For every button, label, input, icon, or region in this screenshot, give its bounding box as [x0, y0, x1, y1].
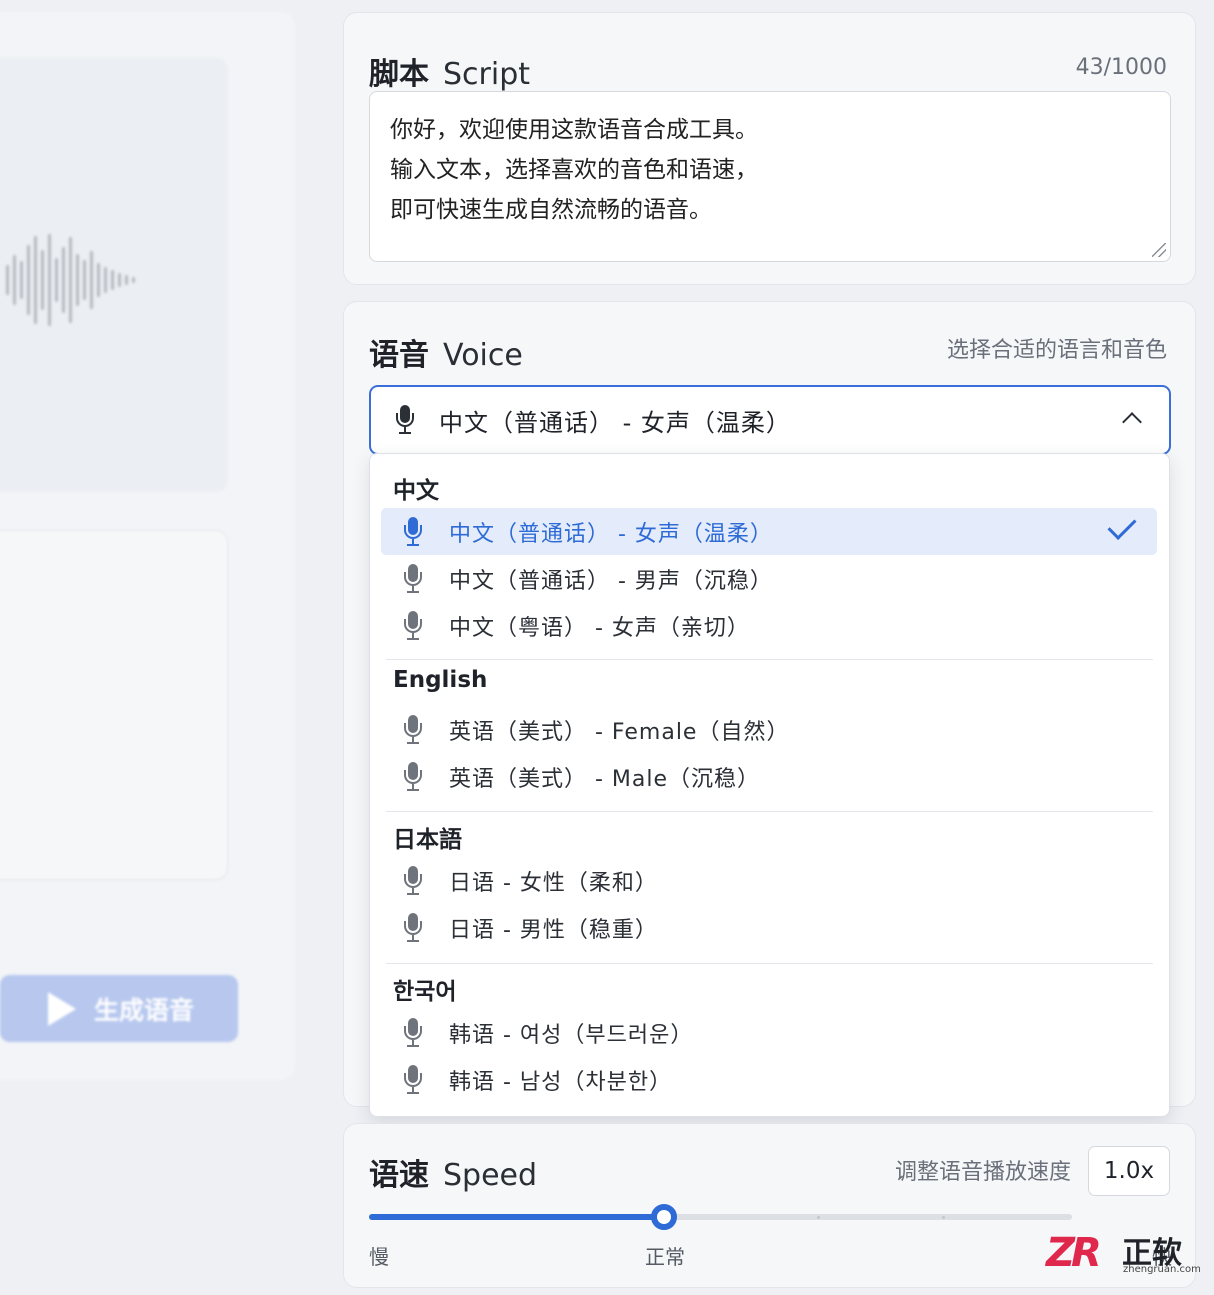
speed-value-display: 1.0x [1088, 1146, 1170, 1196]
voice-dropdown: 中文 中文（普通话） - 女声（温柔） 中文（普通话） - 男声（沉稳） 中文（… [369, 453, 1170, 1117]
microphone-icon [395, 405, 415, 435]
group-label-chinese: 中文 [393, 478, 439, 504]
microphone-icon [403, 912, 423, 943]
watermark: ZR 正软 zhengruan.com [1046, 1228, 1206, 1280]
speed-slider-thumb[interactable] [651, 1204, 677, 1230]
voice-option[interactable]: 英语（美式） - Male（沉稳） [381, 753, 1157, 800]
script-textarea[interactable]: 你好，欢迎使用这款语音合成工具。 输入文本，选择喜欢的音色和语速， 即可快速生成… [369, 91, 1171, 262]
speed-hint: 调整语音播放速度 [894, 1160, 1071, 1185]
divider [386, 659, 1153, 660]
divider [386, 811, 1153, 812]
script-line: 输入文本，选择喜欢的音色和语速， [390, 157, 758, 183]
slider-tick [942, 1216, 945, 1219]
resize-grip-icon[interactable] [1152, 243, 1166, 257]
watermark-url: zhengruan.com [1123, 1264, 1201, 1275]
script-line: 即可快速生成自然流畅的语音。 [390, 197, 712, 223]
voice-title: 语音 Voice [369, 338, 523, 373]
voice-select[interactable]: 中文（普通话） - 女声（温柔） [369, 385, 1171, 455]
group-label-japanese: 日本語 [393, 827, 462, 853]
slider-tick [817, 1216, 820, 1219]
speed-label-slow: 慢 [369, 1245, 389, 1269]
voice-option[interactable]: 日语 - 女性（柔和） [381, 857, 1157, 904]
voice-select-value: 中文（普通话） - 女声（温柔） [439, 408, 791, 437]
speed-label-normal: 正常 [645, 1245, 685, 1269]
voice-option[interactable]: 韩语 - 남성（차분한） [381, 1056, 1157, 1103]
microphone-icon [403, 761, 423, 792]
generate-audio-label: 生成语音 [94, 995, 195, 1025]
microphone-icon [403, 516, 423, 547]
speed-slider-fill [369, 1214, 664, 1220]
group-label-korean: 한국어 [393, 979, 457, 1005]
play-icon [48, 991, 76, 1026]
char-counter: 43/1000 [1075, 55, 1167, 80]
watermark-logo: ZR [1046, 1230, 1102, 1276]
microphone-icon [403, 1064, 423, 1095]
voice-option[interactable]: 中文（粤语） - 女声（亲切） [381, 602, 1157, 649]
voice-option[interactable]: 中文（普通话） - 男声（沉稳） [381, 555, 1157, 602]
microphone-icon [403, 610, 423, 641]
left-secondary-panel [0, 530, 228, 880]
chevron-up-icon [1122, 412, 1142, 432]
voice-hint: 选择合适的语言和音色 [946, 338, 1167, 363]
voice-option[interactable]: 中文（普通话） - 女声（温柔） [381, 508, 1157, 555]
generate-audio-button[interactable]: 生成语音 [0, 975, 238, 1042]
check-icon [1107, 511, 1137, 540]
speed-title: 语速 Speed [369, 1158, 538, 1193]
divider [386, 963, 1153, 964]
voice-option[interactable]: 英语（美式） - Female（自然） [381, 706, 1157, 753]
group-label-english: English [393, 667, 488, 693]
microphone-icon [403, 865, 423, 896]
script-card: 脚本 Script 43/1000 你好，欢迎使用这款语音合成工具。 输入文本，选… [343, 12, 1196, 285]
microphone-icon [403, 1017, 423, 1048]
script-title: 脚本 Script [369, 57, 531, 92]
voice-option[interactable]: 日语 - 男性（稳重） [381, 904, 1157, 951]
microphone-icon [403, 563, 423, 594]
microphone-icon [403, 714, 423, 745]
waveform-icon [0, 230, 190, 330]
voice-option[interactable]: 韩语 - 여성（부드러운） [381, 1009, 1157, 1056]
speed-slider-track[interactable] [369, 1204, 1072, 1230]
script-line: 你好，欢迎使用这款语音合成工具。 [390, 117, 758, 143]
